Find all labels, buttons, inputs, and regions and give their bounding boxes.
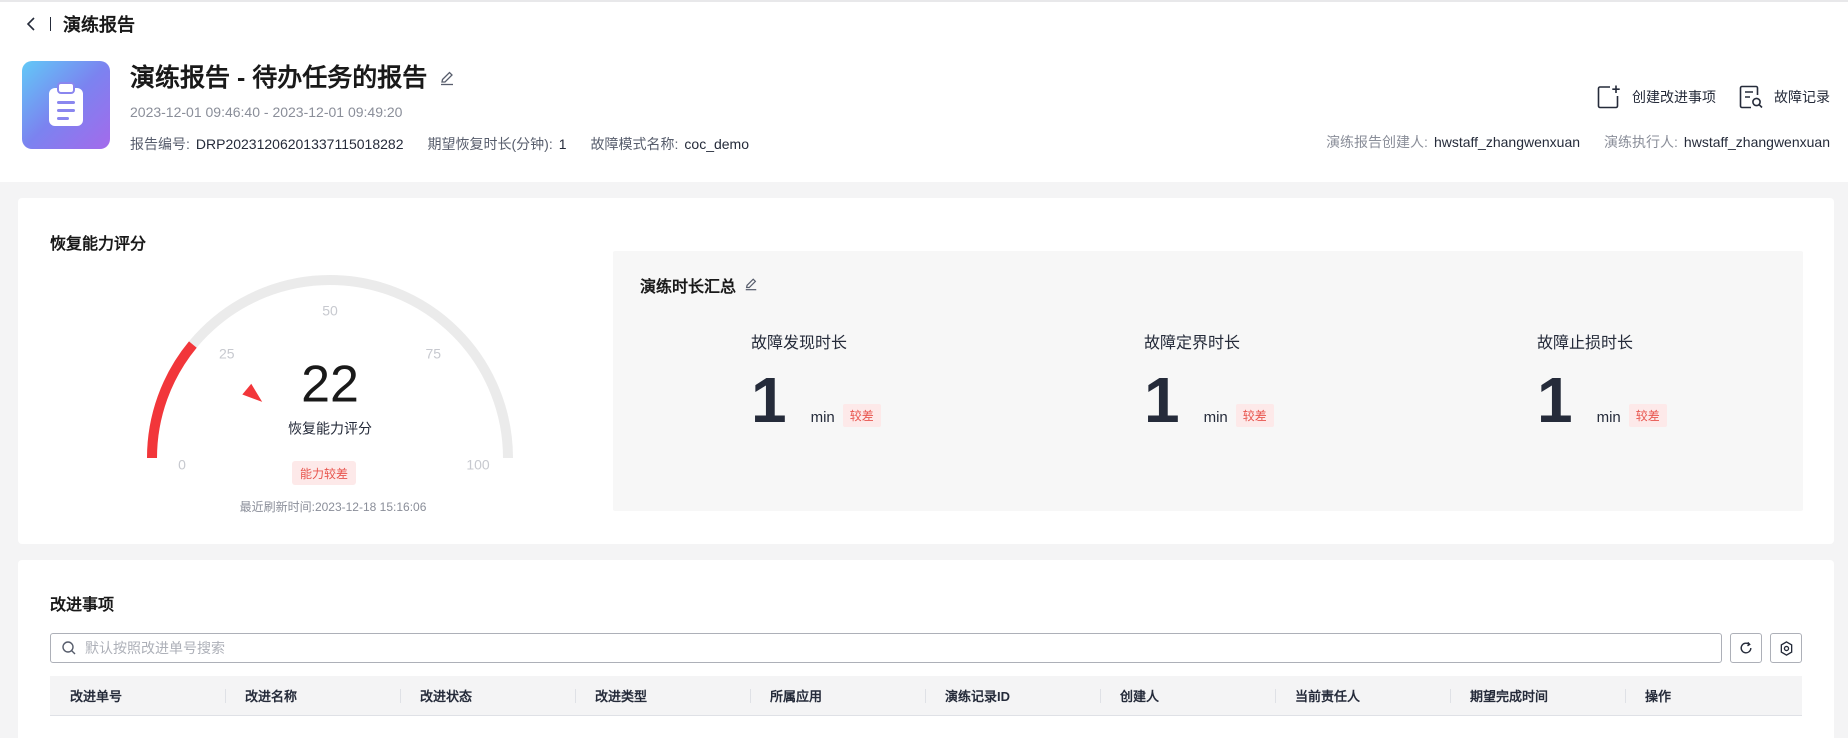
metric-unit: min: [810, 409, 835, 426]
settings-button[interactable]: [1770, 633, 1802, 663]
column-label: 改进类型: [595, 689, 648, 704]
score-level-tag: 能力较差: [292, 461, 356, 485]
report-meta: 报告编号: DRP20231206201337115018282 期望恢复时长(分…: [130, 134, 749, 154]
report-app-icon: [22, 61, 110, 149]
column-label: 改进单号: [70, 689, 123, 704]
column-label: 演练记录ID: [945, 689, 1011, 704]
column-header[interactable]: 演练记录ID: [925, 676, 1100, 716]
breadcrumb: 演练报告: [22, 12, 135, 36]
edit-title-icon[interactable]: [439, 70, 455, 89]
column-header[interactable]: 所属应用: [750, 676, 925, 716]
header-actions: 创建改进事项 故障记录: [1596, 84, 1830, 110]
back-icon[interactable]: [22, 15, 40, 33]
expected-recovery: 期望恢复时长(分钟): 1: [427, 136, 567, 152]
gear-icon: [1780, 640, 1792, 656]
column-header[interactable]: 改进单号: [50, 676, 225, 716]
metric-label: 故障发现时长: [751, 335, 848, 352]
metric-unit: min: [1203, 409, 1228, 426]
refresh-icon: [1740, 641, 1752, 654]
add-document-icon: [1597, 85, 1620, 109]
metric-label: 故障止损时长: [1537, 335, 1634, 352]
gauge-tick-label: 75: [425, 345, 441, 361]
create-improvement-button[interactable]: 创建改进事项: [1596, 84, 1716, 110]
metric-level-tag: 较差: [1628, 404, 1667, 427]
duration-summary-title: 演练时长汇总: [640, 273, 758, 297]
metric-value: 1: [1144, 364, 1180, 436]
gauge-pointer: [242, 383, 263, 402]
column-header[interactable]: 改进名称: [225, 676, 400, 716]
improvement-section-title: 改进事项: [50, 597, 115, 614]
fault-record-label: 故障记录: [1774, 89, 1830, 105]
clipboard-icon: [49, 82, 83, 126]
metric-stoploss: 故障止损时长 1 min 较差: [1537, 329, 1837, 435]
column-label: 期望完成时间: [1470, 689, 1549, 704]
column-header[interactable]: 改进类型: [575, 676, 750, 716]
metric-value: 1: [751, 364, 787, 436]
report-people: 演练报告创建人: hwstaff_zhangwenxuan 演练执行人: hwsta…: [1326, 132, 1830, 152]
gauge-tick-label: 25: [219, 345, 235, 361]
column-header[interactable]: 改进状态: [400, 676, 575, 716]
score-section-title: 恢复能力评分: [50, 236, 147, 253]
gauge-value-arc: [147, 341, 197, 459]
column-label: 所属应用: [770, 689, 823, 704]
metric-value: 1: [1537, 364, 1573, 436]
column-header[interactable]: 期望完成时间: [1450, 676, 1625, 716]
metric-level-tag: 较差: [1235, 404, 1274, 427]
gauge-score-label: 恢复能力评分: [288, 421, 372, 437]
last-refresh-time: 最近刷新时间:2023-12-18 15:16:06: [239, 500, 427, 514]
drill-executor: 演练执行人: hwstaff_zhangwenxuan: [1604, 134, 1830, 150]
duration-summary-label: 演练时长汇总: [640, 279, 737, 296]
gauge-tick-label: 0: [178, 457, 186, 473]
search-icon: [62, 641, 76, 655]
metric-level-tag: 较差: [842, 404, 881, 427]
duration-summary-panel: 演练时长汇总 故障发现时长 1 min 较差 故障定界时长 1 min 较差 故…: [613, 251, 1803, 511]
gauge-tick-label: 100: [466, 457, 490, 473]
report-number: 报告编号: DRP20231206201337115018282: [130, 136, 404, 152]
column-label: 改进状态: [420, 689, 473, 704]
fault-mode: 故障模式名称: coc_demo: [590, 136, 749, 152]
report-creator: 演练报告创建人: hwstaff_zhangwenxuan: [1326, 134, 1581, 150]
metric-unit: min: [1596, 409, 1621, 426]
column-label: 当前责任人: [1295, 689, 1361, 704]
create-improvement-label: 创建改进事项: [1632, 89, 1716, 105]
metric-discovery: 故障发现时长 1 min 较差: [751, 329, 1051, 435]
drill-time-range: 2023-12-01 09:46:40 - 2023-12-01 09:49:2…: [130, 104, 403, 120]
fault-record-button[interactable]: 故障记录: [1738, 84, 1830, 110]
metric-delimit: 故障定界时长 1 min 较差: [1144, 329, 1444, 435]
document-search-icon: [1739, 85, 1763, 109]
improvement-search-input[interactable]: [85, 640, 1721, 656]
improvement-table-header: 改进单号 改进名称 改进状态 改进类型 所属应用 演练记录ID 创建人 当前责任…: [50, 676, 1802, 716]
column-label: 创建人: [1120, 689, 1160, 704]
report-title-row: 演练报告 - 待办任务的报告: [130, 60, 455, 92]
edit-duration-icon[interactable]: [744, 277, 758, 296]
improvement-search: [50, 633, 1722, 663]
breadcrumb-separator: [50, 17, 51, 31]
gauge-tick-label: 50: [322, 303, 338, 319]
column-header[interactable]: 操作: [1625, 676, 1802, 716]
column-header[interactable]: 创建人: [1100, 676, 1275, 716]
refresh-button[interactable]: [1730, 633, 1762, 663]
page-title: 演练报告: [63, 15, 135, 35]
column-header[interactable]: 当前责任人: [1275, 676, 1450, 716]
report-title: 演练报告 - 待办任务的报告: [130, 64, 428, 92]
column-label: 改进名称: [245, 689, 298, 704]
metric-label: 故障定界时长: [1144, 335, 1241, 352]
column-label: 操作: [1645, 689, 1672, 704]
gauge-score-value: 22: [301, 356, 359, 414]
